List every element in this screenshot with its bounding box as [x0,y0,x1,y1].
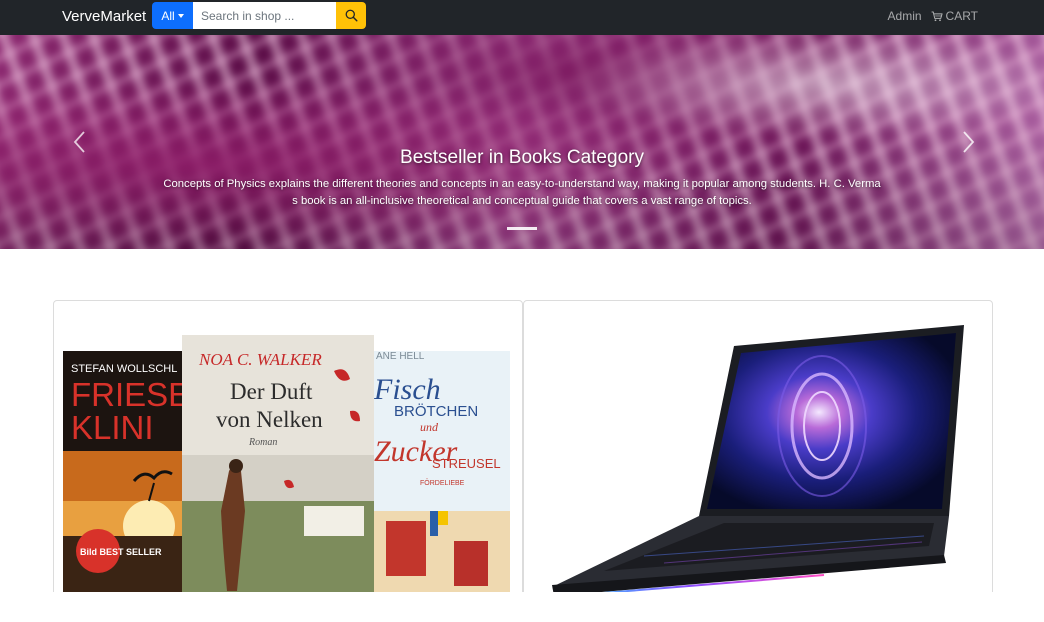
hero-carousel: Bestseller in Books Category Concepts of… [0,35,1044,249]
book3-author: ANE HELL [376,351,425,362]
book3-title-line1: Fisch [373,373,441,406]
laptop-product-image [552,325,964,592]
cart-label: CART [945,9,978,23]
category-label: All [161,8,175,23]
navbar: VerveMarket All Admin CART [0,0,1044,35]
brand-logo[interactable]: VerveMarket [62,7,146,27]
carousel-indicators [0,227,1044,230]
book3-subtitle: FÖRDELIEBE [420,479,465,487]
carousel-title: Bestseller in Books Category [400,147,644,168]
product-card-laptop[interactable] [523,300,993,592]
book3-title-line3: und [420,420,439,434]
book2-title-line1: Der Duft [230,379,313,404]
carousel-next-button[interactable] [958,130,978,154]
book-cover-friesenklinik: STEFAN WOLLSCHL FRIESE KLINI Bild BEST S… [63,351,193,592]
book3-title-line5: STREUSEL [432,456,501,471]
book1-title-line2: KLINI [71,409,154,446]
book2-title-line2: von Nelken [216,407,323,432]
product-grid: STEFAN WOLLSCHL FRIESE KLINI Bild BEST S… [53,300,993,592]
book-cover-fischbroetchen: ANE HELL Fisch BRÖTCHEN und Zucker STREU… [372,351,510,592]
book1-badge: Bild BEST SELLER [80,547,162,557]
cart-link[interactable]: CART [931,9,978,23]
book1-title-line1: FRIESE [71,376,190,413]
admin-link[interactable]: Admin [888,9,922,23]
book3-title-line2: BRÖTCHEN [394,402,478,420]
search-button[interactable] [336,2,366,29]
search-icon [345,9,358,22]
book2-author: NOA C. WALKER [198,350,322,369]
search-group: All [152,2,366,29]
chevron-left-icon [73,131,85,153]
caret-down-icon [177,13,184,18]
search-input[interactable] [193,2,336,29]
category-dropdown-button[interactable]: All [152,2,193,29]
nav-right: Admin CART [888,9,978,23]
carousel-prev-button[interactable] [70,130,90,154]
books-product-image: STEFAN WOLLSCHL FRIESE KLINI Bild BEST S… [63,335,510,592]
carousel-caption: Bestseller in Books Category Concepts of… [160,145,884,210]
carousel-description: Concepts of Physics explains the differe… [163,178,881,207]
book2-subtitle: Roman [248,437,277,448]
product-card-books[interactable]: STEFAN WOLLSCHL FRIESE KLINI Bild BEST S… [53,300,523,592]
book-cover-der-duft-von-nelken: NOA C. WALKER Der Duft von Nelken Roman [182,335,374,592]
chevron-right-icon [963,131,975,153]
carousel-indicator-active[interactable] [507,227,537,230]
cart-icon [931,11,943,21]
book1-author: STEFAN WOLLSCHL [71,363,177,375]
